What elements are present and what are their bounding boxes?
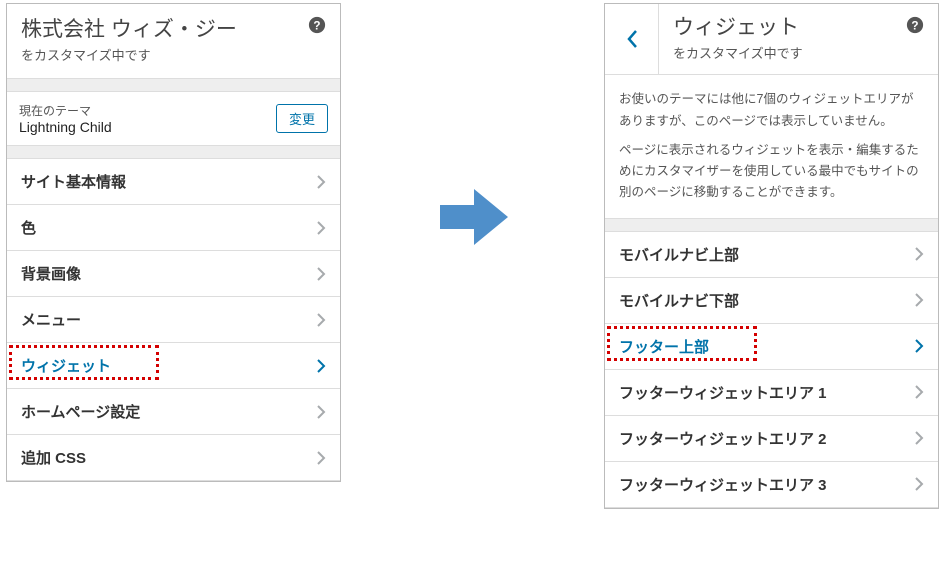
chevron-left-icon (626, 29, 638, 49)
customizer-panel-main: 株式会社 ウィズ・ジー をカスタマイズ中です ? 現在のテーマ Lightnin… (6, 3, 341, 482)
theme-info-block: 現在のテーマ Lightning Child 変更 (7, 91, 340, 146)
menu-item-label: メニュー (21, 309, 81, 330)
menu-item-label: フッターウィジェットエリア 1 (619, 382, 827, 403)
panel-subtitle: をカスタマイズ中です (673, 43, 924, 62)
customizer-menu-list: サイト基本情報 色 背景画像 メニュー ウィジェット ホームページ設定 追加 C… (7, 158, 340, 481)
chevron-right-icon (914, 430, 924, 446)
widget-area-footer-2[interactable]: フッターウィジェットエリア 2 (605, 416, 938, 462)
menu-item-label: 色 (21, 217, 36, 238)
chevron-right-icon (914, 384, 924, 400)
menu-item-homepage[interactable]: ホームページ設定 (7, 389, 340, 435)
help-icon[interactable]: ? (906, 16, 926, 36)
chevron-right-icon (914, 338, 924, 354)
chevron-right-icon (316, 174, 326, 190)
widget-area-footer-3[interactable]: フッターウィジェットエリア 3 (605, 462, 938, 508)
help-icon[interactable]: ? (308, 16, 328, 36)
menu-item-label: 追加 CSS (21, 447, 86, 468)
panel-header: 株式会社 ウィズ・ジー をカスタマイズ中です ? (7, 4, 340, 79)
chevron-right-icon (914, 476, 924, 492)
customizer-panel-widgets: ウィジェット をカスタマイズ中です ? お使いのテーマには他に7個のウィジェット… (604, 3, 939, 509)
widget-area-footer-top[interactable]: フッター上部 (605, 324, 938, 370)
description-text-2: ページに表示されるウィジェットを表示・編集するためにカスタマイザーを使用している… (619, 140, 924, 204)
chevron-right-icon (316, 220, 326, 236)
menu-item-colors[interactable]: 色 (7, 205, 340, 251)
panel-title: ウィジェット (673, 14, 924, 41)
chevron-right-icon (316, 358, 326, 374)
theme-current-label: 現在のテーマ (19, 102, 112, 119)
description-block: お使いのテーマには他に7個のウィジェットエリアがありますが、このページでは表示し… (605, 75, 938, 218)
widget-area-mobile-top[interactable]: モバイルナビ上部 (605, 232, 938, 278)
chevron-right-icon (316, 450, 326, 466)
svg-text:?: ? (313, 20, 320, 33)
menu-item-css[interactable]: 追加 CSS (7, 435, 340, 481)
menu-item-menus[interactable]: メニュー (7, 297, 340, 343)
svg-text:?: ? (911, 20, 918, 33)
menu-item-site-info[interactable]: サイト基本情報 (7, 159, 340, 205)
description-text-1: お使いのテーマには他に7個のウィジェットエリアがありますが、このページでは表示し… (619, 89, 924, 132)
widget-area-footer-1[interactable]: フッターウィジェットエリア 1 (605, 370, 938, 416)
widget-area-mobile-bottom[interactable]: モバイルナビ下部 (605, 278, 938, 324)
menu-item-label: サイト基本情報 (21, 171, 126, 192)
menu-item-label: モバイルナビ下部 (619, 290, 739, 311)
menu-item-label: モバイルナビ上部 (619, 244, 739, 265)
panel-title: 株式会社 ウィズ・ジー (21, 16, 237, 43)
menu-item-label: フッターウィジェットエリア 2 (619, 428, 827, 449)
back-button[interactable] (605, 4, 659, 74)
menu-item-background[interactable]: 背景画像 (7, 251, 340, 297)
widget-area-list: モバイルナビ上部 モバイルナビ下部 フッター上部 フッターウィジェットエリア 1… (605, 231, 938, 508)
arrow-right-icon (438, 185, 510, 249)
change-theme-button[interactable]: 変更 (276, 104, 328, 133)
panel-subtitle: をカスタマイズ中です (21, 45, 237, 64)
menu-item-label: 背景画像 (21, 263, 81, 284)
chevron-right-icon (914, 292, 924, 308)
menu-item-widgets[interactable]: ウィジェット (7, 343, 340, 389)
menu-item-label: ウィジェット (21, 355, 111, 376)
panel-header: ウィジェット をカスタマイズ中です ? (605, 4, 938, 75)
menu-item-label: フッターウィジェットエリア 3 (619, 474, 827, 495)
theme-name: Lightning Child (19, 119, 112, 135)
chevron-right-icon (316, 404, 326, 420)
menu-item-label: ホームページ設定 (21, 401, 140, 422)
chevron-right-icon (914, 246, 924, 262)
chevron-right-icon (316, 312, 326, 328)
menu-item-label: フッター上部 (619, 336, 709, 357)
chevron-right-icon (316, 266, 326, 282)
